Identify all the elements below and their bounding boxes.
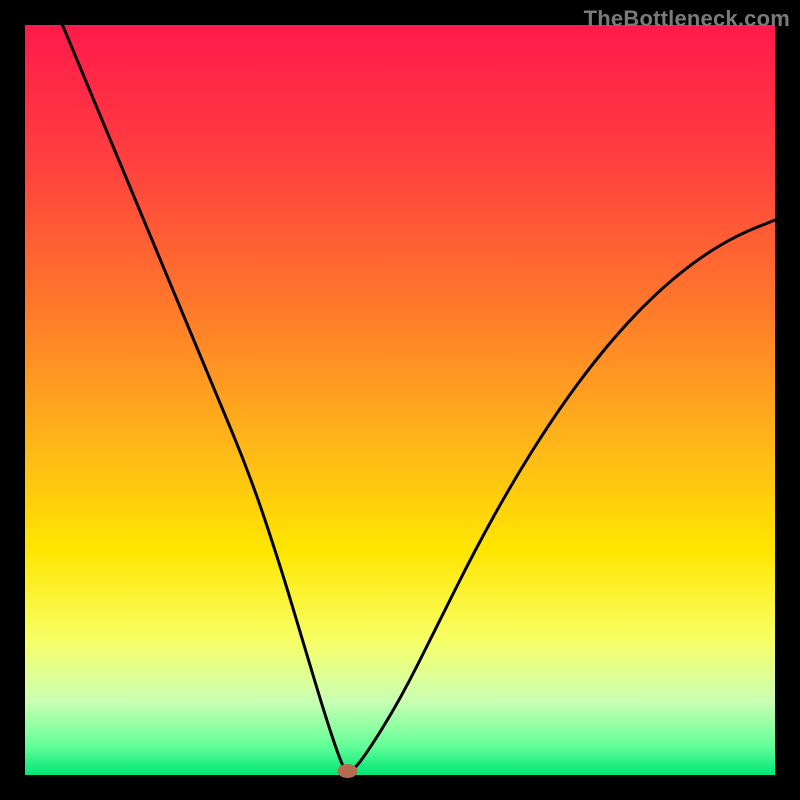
chart-svg (0, 0, 800, 800)
optimal-point-marker (338, 764, 358, 778)
watermark-label: TheBottleneck.com (584, 6, 790, 32)
bottleneck-chart: TheBottleneck.com (0, 0, 800, 800)
plot-background (25, 25, 775, 775)
